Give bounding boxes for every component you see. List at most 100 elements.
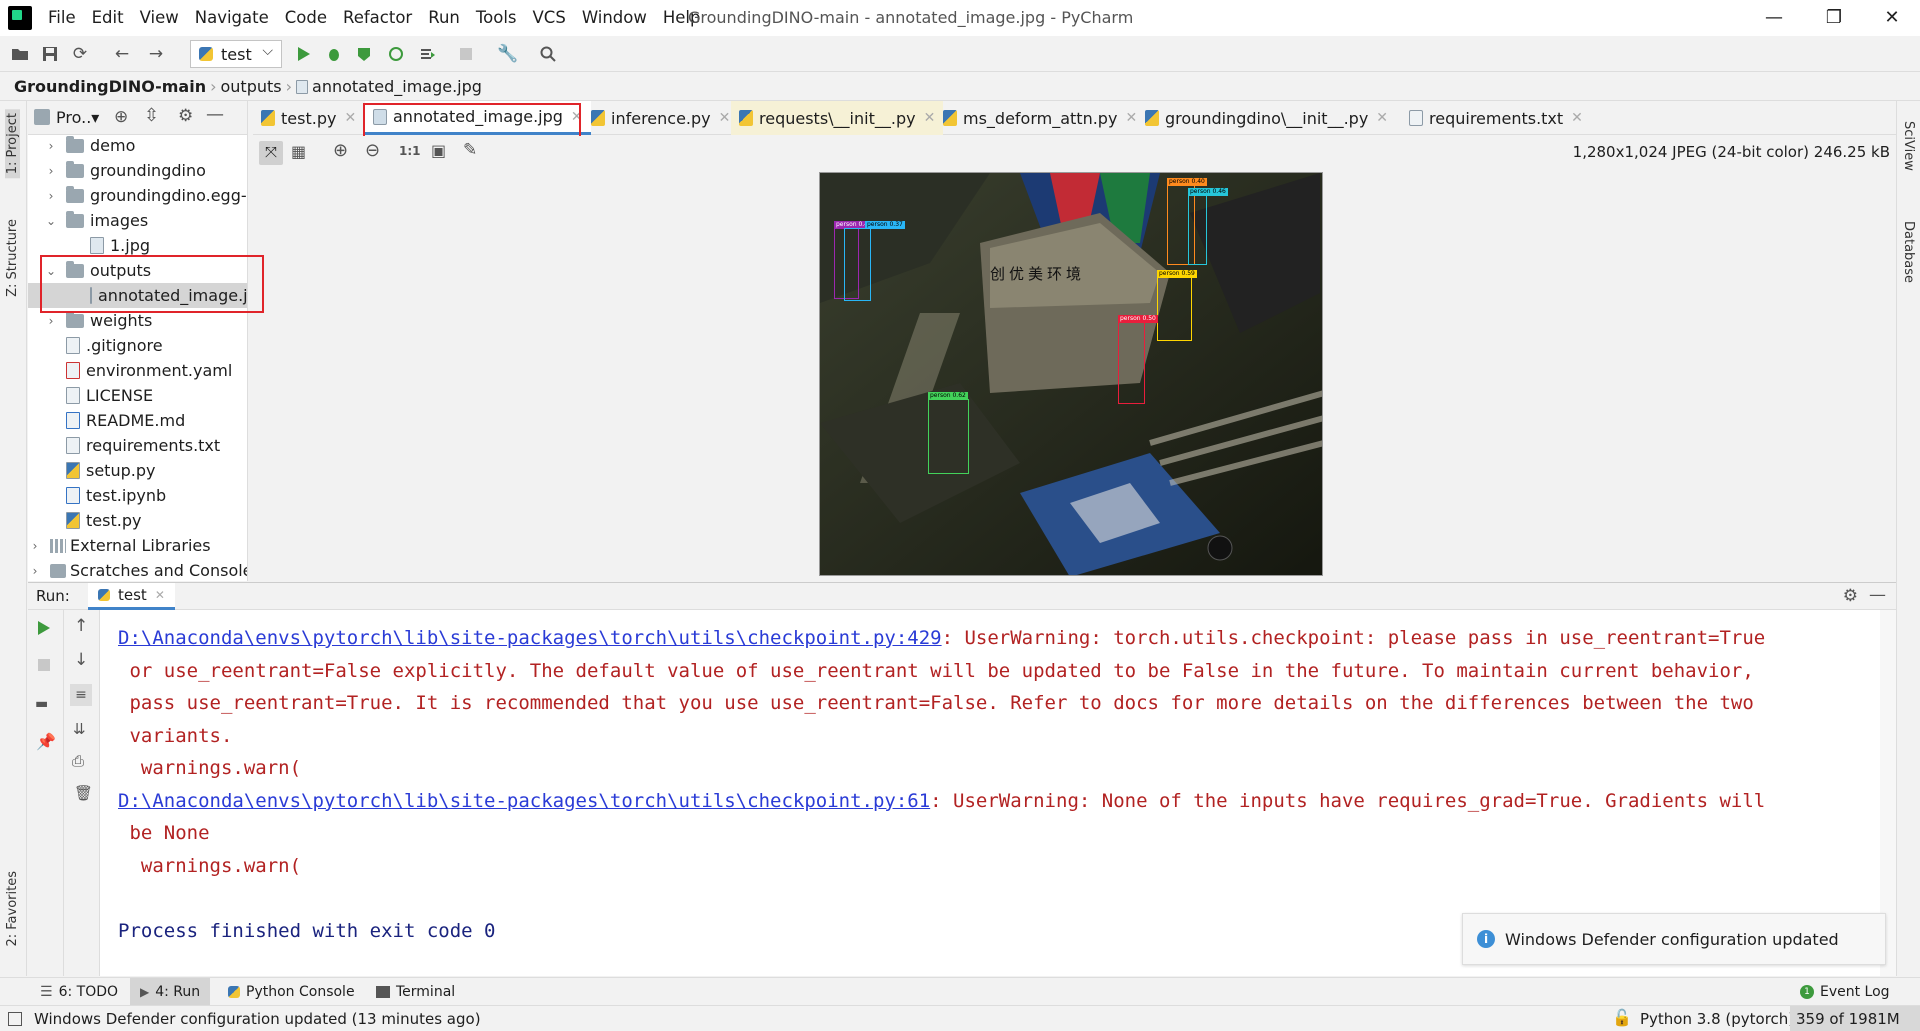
synchronize-icon[interactable]: ⟳ <box>68 42 92 66</box>
menu-vcs[interactable]: VCS <box>525 0 574 36</box>
tree-item-images[interactable]: ⌄ images <box>44 208 148 233</box>
close-tab-icon[interactable]: ✕ <box>719 110 731 126</box>
tree-item-requirements[interactable]: requirements.txt <box>66 433 220 458</box>
tree-item-license[interactable]: LICENSE <box>66 383 153 408</box>
locate-icon[interactable]: ⊕ <box>114 107 128 127</box>
status-message[interactable]: Windows Defender configuration updated (… <box>34 1010 481 1028</box>
fit-zoom-icon[interactable]: ⤧ <box>259 141 283 165</box>
traceback-link[interactable]: D:\Anaconda\envs\pytorch\lib\site-packag… <box>118 627 942 649</box>
close-tab-icon[interactable]: ✕ <box>1376 110 1388 126</box>
settings-wrench-icon[interactable]: 🔧 <box>496 42 520 66</box>
profile-icon[interactable] <box>384 42 408 66</box>
layout-icon[interactable]: ▬ <box>35 696 48 712</box>
zoom-out-icon[interactable]: ⊖ <box>365 140 380 161</box>
tree-item-test-py[interactable]: test.py <box>66 508 141 533</box>
tab-groundingdino-init[interactable]: groundingdino\__init__.py ✕ <box>1137 101 1396 135</box>
save-all-icon[interactable] <box>38 42 62 66</box>
memory-indicator[interactable]: 359 of 1981M <box>1790 1006 1920 1031</box>
trash-icon[interactable]: 🗑 <box>74 784 93 802</box>
breadcrumb-project[interactable]: GroundingDINO-main <box>14 73 206 101</box>
maximize-button[interactable]: ❐ <box>1804 0 1864 36</box>
notification-balloon[interactable]: i Windows Defender configuration updated <box>1462 913 1886 965</box>
tree-item-setup-py[interactable]: setup.py <box>66 458 155 483</box>
debug-icon[interactable] <box>322 42 346 66</box>
tree-item-environment-yaml[interactable]: environment.yaml <box>66 358 232 383</box>
scroll-to-end-icon[interactable]: ⇊ <box>73 720 86 738</box>
zoom-in-icon[interactable]: ⊕ <box>333 140 348 161</box>
menu-refactor[interactable]: Refactor <box>335 0 420 36</box>
tree-item-external-libraries[interactable]: › External Libraries <box>28 533 211 558</box>
menu-window[interactable]: Window <box>574 0 655 36</box>
structure-tool-button[interactable]: Z: Structure <box>5 219 20 297</box>
menu-tools[interactable]: Tools <box>468 0 525 36</box>
interpreter-status[interactable]: Python 3.8 (pytorch) <box>1640 1010 1794 1028</box>
close-tab-icon[interactable]: ✕ <box>344 110 356 126</box>
soft-wrap-icon[interactable]: ≡ <box>70 684 92 706</box>
favorites-tool-button[interactable]: 2: Favorites <box>5 871 20 947</box>
print-icon[interactable]: ⎙ <box>72 752 84 770</box>
lock-icon[interactable]: 🔓 <box>1612 1008 1632 1027</box>
search-icon[interactable] <box>536 42 560 66</box>
down-arrow-icon[interactable]: ↓ <box>74 650 88 670</box>
tree-item-readme[interactable]: README.md <box>66 408 185 433</box>
run-tool-button[interactable]: ▶ 4: Run <box>130 978 211 1006</box>
todo-tool-button[interactable]: ☰ 6: TODO <box>40 978 118 1006</box>
tree-item-groundingdino-egg[interactable]: › groundingdino.egg-info <box>44 183 247 208</box>
tree-item-scratches[interactable]: › Scratches and Consoles <box>28 558 247 581</box>
tree-item-test-ipynb[interactable]: test.ipynb <box>66 483 166 508</box>
terminal-tool-button[interactable]: Terminal <box>376 978 455 1006</box>
stop-icon[interactable] <box>454 42 478 66</box>
run-configuration-select[interactable]: test ⌵ <box>190 40 282 68</box>
menu-navigate[interactable]: Navigate <box>187 0 277 36</box>
forward-icon[interactable]: → <box>144 42 168 66</box>
tab-requests-init[interactable]: requests\__init__.py ✕ <box>731 101 944 135</box>
menu-run[interactable]: Run <box>420 0 468 36</box>
fit-window-icon[interactable]: ▣ <box>431 141 446 160</box>
hide-icon[interactable]: — <box>206 104 224 125</box>
rerun-icon[interactable] <box>37 620 51 640</box>
concurrency-diagram-icon[interactable] <box>416 42 440 66</box>
grid-icon[interactable]: ▦ <box>291 142 306 161</box>
run-with-coverage-icon[interactable] <box>352 42 376 66</box>
tree-item-groundingdino[interactable]: › groundingdino <box>44 158 206 183</box>
project-tool-button[interactable]: 1: Project <box>5 109 20 179</box>
up-arrow-icon[interactable]: ↑ <box>74 616 88 636</box>
menu-edit[interactable]: Edit <box>84 0 132 36</box>
tab-test-py[interactable]: test.py ✕ <box>253 101 364 135</box>
tree-item-demo[interactable]: › demo <box>44 133 135 158</box>
run-icon[interactable] <box>292 42 316 66</box>
hide-panel-icon[interactable]: — <box>1869 585 1886 605</box>
close-button[interactable]: ✕ <box>1862 0 1920 36</box>
close-tab-icon[interactable]: ✕ <box>1125 110 1137 126</box>
back-icon[interactable]: ← <box>110 42 134 66</box>
toggle-tool-windows-icon[interactable] <box>8 1012 22 1026</box>
tab-requirements-txt[interactable]: requirements.txt ✕ <box>1401 101 1591 135</box>
event-log-tool-button[interactable]: 1 Event Log <box>1800 978 1890 1006</box>
menu-code[interactable]: Code <box>277 0 335 36</box>
project-view-select[interactable]: Pro..▾ <box>56 108 99 127</box>
gear-icon[interactable]: ⚙ <box>1843 586 1858 606</box>
menu-view[interactable]: View <box>132 0 187 36</box>
tab-inference-py[interactable]: inference.py ✕ <box>583 101 738 135</box>
sciview-tool-button[interactable]: SciView <box>1901 121 1916 171</box>
stop-icon[interactable] <box>38 656 50 675</box>
breadcrumb-outputs[interactable]: outputs <box>221 73 282 101</box>
tab-ms-deform-attn[interactable]: ms_deform_attn.py ✕ <box>935 101 1145 135</box>
tree-item-gitignore[interactable]: .gitignore <box>66 333 163 358</box>
open-folder-icon[interactable] <box>8 42 32 66</box>
python-console-tool-button[interactable]: Python Console <box>228 978 355 1006</box>
close-tab-icon[interactable]: ✕ <box>924 110 936 126</box>
gear-icon[interactable]: ⚙ <box>178 106 193 126</box>
actual-size-button[interactable]: 1:1 <box>399 144 421 158</box>
close-tab-icon[interactable]: ✕ <box>155 588 165 602</box>
traceback-link[interactable]: D:\Anaconda\envs\pytorch\lib\site-packag… <box>118 790 930 812</box>
run-tab-test[interactable]: test ✕ <box>88 583 175 610</box>
color-picker-icon[interactable]: ✎ <box>463 140 477 160</box>
collapse-all-icon[interactable]: ⇳ <box>144 105 159 126</box>
minimize-button[interactable]: — <box>1744 0 1804 36</box>
close-tab-icon[interactable]: ✕ <box>1571 110 1583 126</box>
menu-file[interactable]: File <box>40 0 84 36</box>
database-tool-button[interactable]: Database <box>1901 221 1916 283</box>
breadcrumb-file[interactable]: annotated_image.jpg <box>312 73 482 101</box>
pin-icon[interactable]: 📌 <box>36 732 56 751</box>
